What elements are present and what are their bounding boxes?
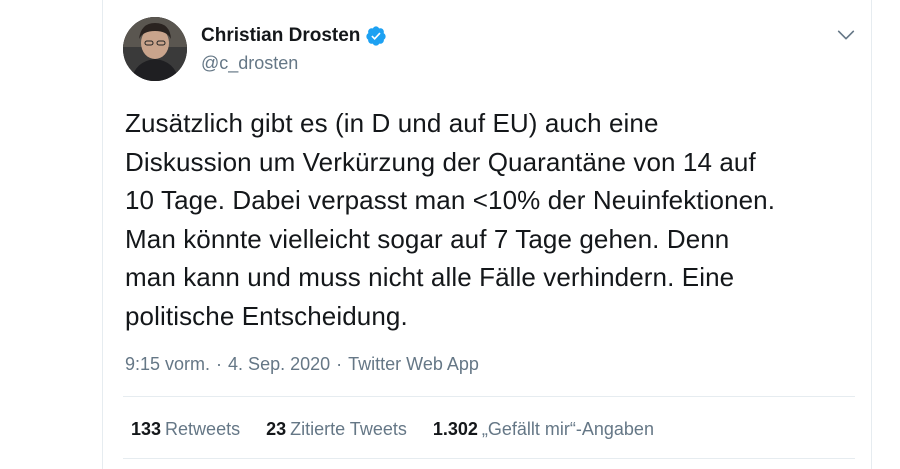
divider bbox=[123, 396, 855, 397]
tweet-card: Christian Drosten @c_drosten Zusätzlich … bbox=[102, 0, 872, 469]
retweets-stat[interactable]: 133 Retweets bbox=[131, 416, 240, 442]
tweet-stats: 133 Retweets 23 Zitierte Tweets 1.302 „Gefä… bbox=[131, 416, 654, 442]
quote-tweets-count: 23 bbox=[266, 419, 287, 439]
likes-label: „Gefällt mir“-Angaben bbox=[481, 419, 654, 439]
avatar-image bbox=[123, 17, 187, 81]
meta-separator: · bbox=[336, 354, 343, 374]
retweets-label: Retweets bbox=[165, 419, 241, 439]
retweets-count: 133 bbox=[131, 419, 162, 439]
tweet-metadata: 9:15 vorm. · 4. Sep. 2020 · Twitter Web … bbox=[125, 351, 479, 377]
author-handle[interactable]: @c_drosten bbox=[201, 52, 298, 74]
author-name-row[interactable]: Christian Drosten bbox=[201, 24, 387, 48]
avatar[interactable] bbox=[123, 17, 187, 81]
meta-separator: · bbox=[216, 354, 223, 374]
quote-tweets-stat[interactable]: 23 Zitierte Tweets bbox=[266, 416, 407, 442]
tweet-source[interactable]: Twitter Web App bbox=[348, 351, 479, 377]
author-display-name[interactable]: Christian Drosten bbox=[201, 24, 360, 48]
quote-tweets-label: Zitierte Tweets bbox=[290, 419, 407, 439]
tweet-date[interactable]: 4. Sep. 2020 bbox=[228, 351, 330, 377]
tweet-text: Zusätzlich gibt es (in D und auf EU) auc… bbox=[125, 108, 776, 331]
chevron-down-icon[interactable] bbox=[835, 24, 857, 46]
divider bbox=[123, 458, 855, 459]
likes-stat[interactable]: 1.302 „Gefällt mir“-Angaben bbox=[433, 416, 654, 442]
likes-count: 1.302 bbox=[432, 419, 478, 439]
tweet-time[interactable]: 9:15 vorm. bbox=[125, 351, 210, 377]
verified-badge-icon bbox=[366, 26, 387, 46]
